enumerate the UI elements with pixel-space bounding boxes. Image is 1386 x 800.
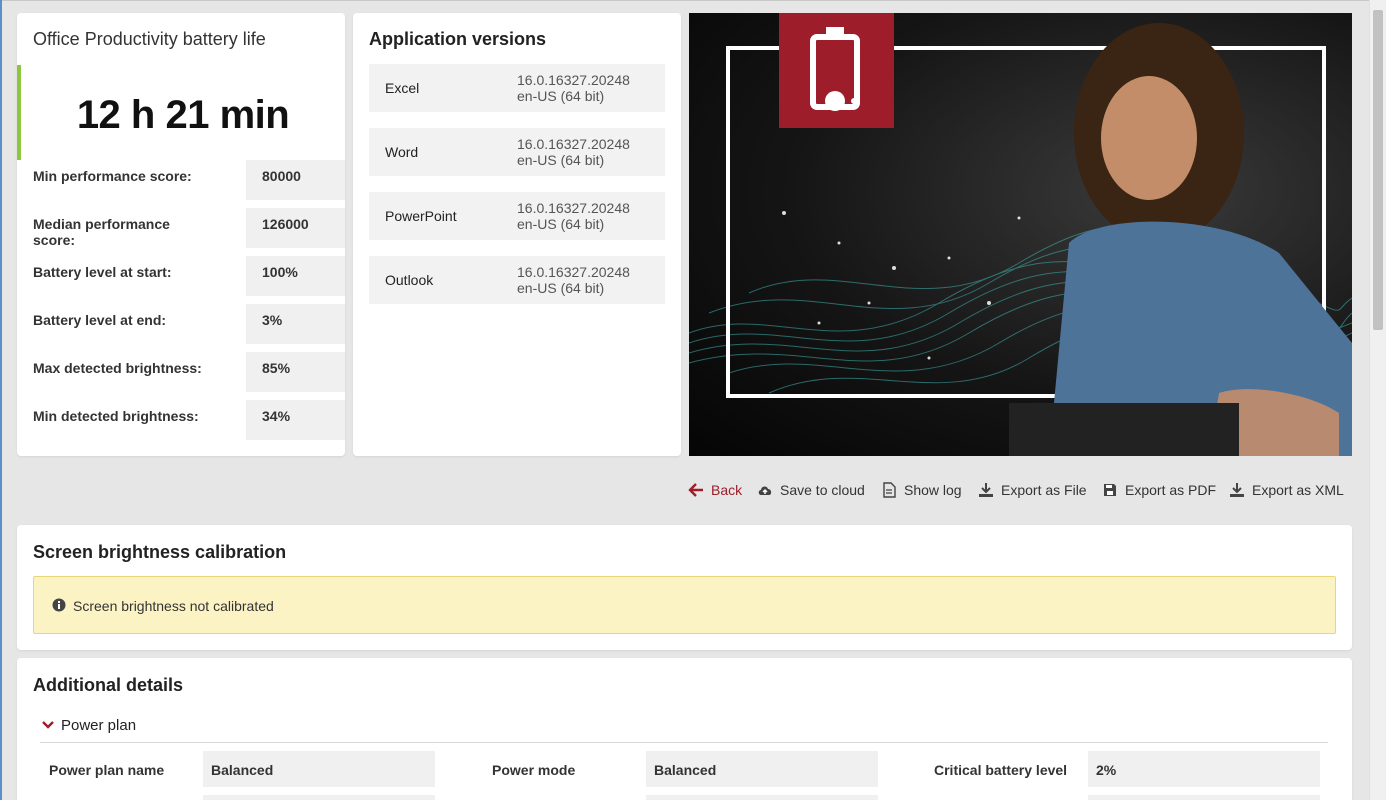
power-mode-value: Balanced [646,751,878,787]
details-title: Additional details [33,675,184,695]
next-row-value [203,795,435,800]
save-to-cloud-label: Save to cloud [780,482,865,498]
app-version-locale: en-US (64 bit) [517,216,605,232]
screen-brightness-calibration-card: Screen brightness calibration Screen bri… [17,525,1352,650]
stat-label: Battery level at start: [33,264,172,280]
export-file-button[interactable]: Export as File [978,482,1087,498]
vertical-scrollbar[interactable] [1369,0,1386,800]
show-log-button[interactable]: Show log [881,482,962,498]
stat-value: 80000 [246,160,345,200]
app-name: PowerPoint [385,208,457,224]
app-row: Outlook 16.0.16327.20248 en-US (64 bit) [369,256,665,304]
calibration-warning: Screen brightness not calibrated [33,576,1336,634]
app-row: PowerPoint 16.0.16327.20248 en-US (64 bit… [369,192,665,240]
info-icon [52,598,66,612]
apps-title: Application versions [369,29,547,49]
app-row: Word 16.0.16327.20248 en-US (64 bit) [369,128,665,176]
stat-value: 100% [246,256,345,296]
app-version: 16.0.16327.20248 en-US (64 bit) [517,136,630,168]
app-version-number: 16.0.16327.20248 [517,136,630,152]
app-name: Outlook [385,272,434,288]
critical-battery-level-value: 2% [1088,751,1320,787]
export-file-label: Export as File [1001,482,1087,498]
window-top-border [0,0,1369,1]
stat-label: Battery level at end: [33,312,167,328]
stat-row: Min performance score: 80000 [33,160,345,200]
stat-label: Max detected brightness: [33,360,202,376]
app-name: Excel [385,80,420,96]
app-version: 16.0.16327.20248 en-US (64 bit) [517,200,630,232]
next-row-value [1088,795,1320,800]
stat-value: 85% [246,352,345,392]
additional-details-card: Additional details Power plan Power plan… [17,658,1352,800]
battery-badge [779,13,894,128]
stat-label: Min detected brightness: [33,408,199,424]
chevron-down-icon [42,721,54,729]
result-card: Office Productivity battery life 12 h 21… [17,13,345,456]
section-label: Power plan [61,717,137,734]
scrollbar-thumb[interactable] [1373,10,1383,330]
app-version-locale: en-US (64 bit) [517,152,605,168]
score-panel: 12 h 21 min [17,65,345,160]
app-version-number: 16.0.16327.20248 [517,264,630,280]
document-icon [883,482,896,498]
window-left-border [0,0,2,800]
back-label: Back [711,482,743,498]
battery-life-score: 12 h 21 min [76,93,290,137]
next-row-value [646,795,878,800]
stat-row: Min detected brightness: 34% [33,400,345,440]
save-to-cloud-button[interactable]: Save to cloud [757,482,865,498]
result-toolbar: Back Save to cloud Show log Export as Fi… [680,478,1352,504]
export-xml-button[interactable]: Export as XML [1229,482,1344,498]
person-illustration [1009,23,1352,456]
calibration-title: Screen brightness calibration [33,542,287,562]
stat-value: 126000 [246,208,345,248]
app-version: 16.0.16327.20248 en-US (64 bit) [517,264,630,296]
export-pdf-label: Export as PDF [1125,482,1217,498]
arrow-left-icon [688,483,703,497]
app-version-number: 16.0.16327.20248 [517,72,630,88]
result-title: Office Productivity battery life [33,29,266,49]
power-plan-name-label: Power plan name [49,762,165,778]
battery-icon [810,27,860,111]
app-name: Word [385,144,419,160]
download-icon [1230,483,1244,497]
power-plan-section-toggle[interactable]: Power plan [40,716,1328,743]
app-version-locale: en-US (64 bit) [517,280,605,296]
calibration-message: Screen brightness not calibrated [73,598,274,614]
app-version-locale: en-US (64 bit) [517,88,605,104]
stat-row: Median performance score: 126000 [33,208,345,248]
stat-row: Max detected brightness: 85% [33,352,345,392]
stat-row: Battery level at end: 3% [33,304,345,344]
download-icon [979,483,993,497]
critical-battery-level-label: Critical battery level [934,762,1068,778]
show-log-label: Show log [904,482,962,498]
app-version-number: 16.0.16327.20248 [517,200,630,216]
cloud-upload-icon [758,486,772,495]
save-disk-icon [1104,484,1116,496]
benchmark-hero-image [689,13,1352,456]
export-xml-label: Export as XML [1252,482,1344,498]
back-button[interactable]: Back [688,482,742,498]
export-pdf-button[interactable]: Export as PDF [1102,482,1216,498]
stat-label: Median performance score: [33,216,170,248]
power-mode-label: Power mode [492,762,576,778]
app-version: 16.0.16327.20248 en-US (64 bit) [517,72,630,104]
stat-row: Battery level at start: 100% [33,256,345,296]
stat-value: 3% [246,304,345,344]
power-plan-name-value: Balanced [203,751,435,787]
application-versions-card: Application versions Excel 16.0.16327.20… [353,13,681,456]
stat-value: 34% [246,400,345,440]
app-row: Excel 16.0.16327.20248 en-US (64 bit) [369,64,665,112]
stat-label: Min performance score: [33,168,192,184]
